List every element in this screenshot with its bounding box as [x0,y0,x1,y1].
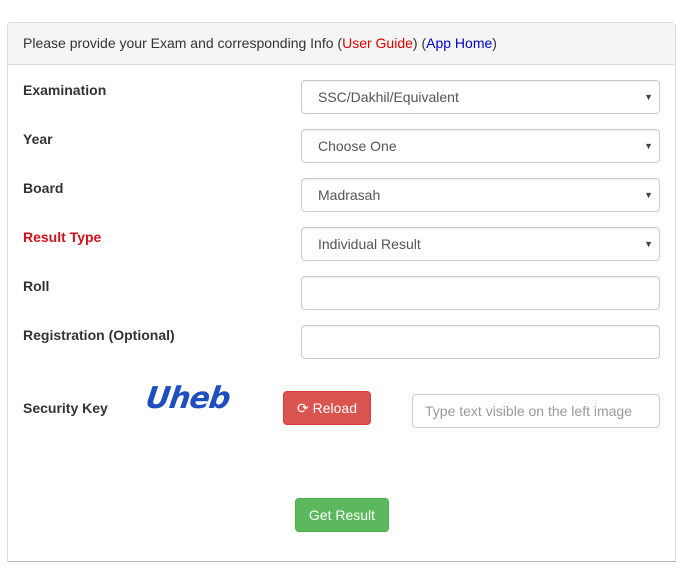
get-result-button[interactable]: Get Result [295,498,389,532]
captcha-image: Uheb [143,381,233,416]
chevron-down-icon: ▼ [644,190,653,200]
board-select[interactable]: Madrasah ▼ [301,178,660,212]
result-type-select[interactable]: Individual Result ▼ [301,227,660,261]
examination-select[interactable]: SSC/Dakhil/Equivalent ▼ [301,80,660,114]
app-home-link[interactable]: App Home [426,35,492,51]
examination-label: Examination [23,82,107,98]
registration-input[interactable] [301,325,660,359]
security-key-label: Security Key [23,400,108,416]
exam-info-panel: Please provide your Exam and correspondi… [7,22,676,562]
refresh-icon: ⟳ [297,400,309,416]
user-guide-link[interactable]: User Guide [342,35,413,51]
reload-button[interactable]: ⟳ Reload [283,391,371,425]
chevron-down-icon: ▼ [644,239,653,249]
chevron-down-icon: ▼ [644,141,653,151]
security-key-input[interactable]: Type text visible on the left image [412,394,660,428]
roll-label: Roll [23,278,50,294]
panel-heading: Please provide your Exam and correspondi… [8,23,675,65]
year-select[interactable]: Choose One ▼ [301,129,660,163]
board-label: Board [23,180,64,196]
year-label: Year [23,131,53,147]
roll-input[interactable] [301,276,660,310]
registration-label: Registration (Optional) [23,327,175,343]
chevron-down-icon: ▼ [644,92,653,102]
result-type-label: Result Type [23,229,102,245]
heading-text: Please provide your Exam and correspondi… [23,35,334,51]
